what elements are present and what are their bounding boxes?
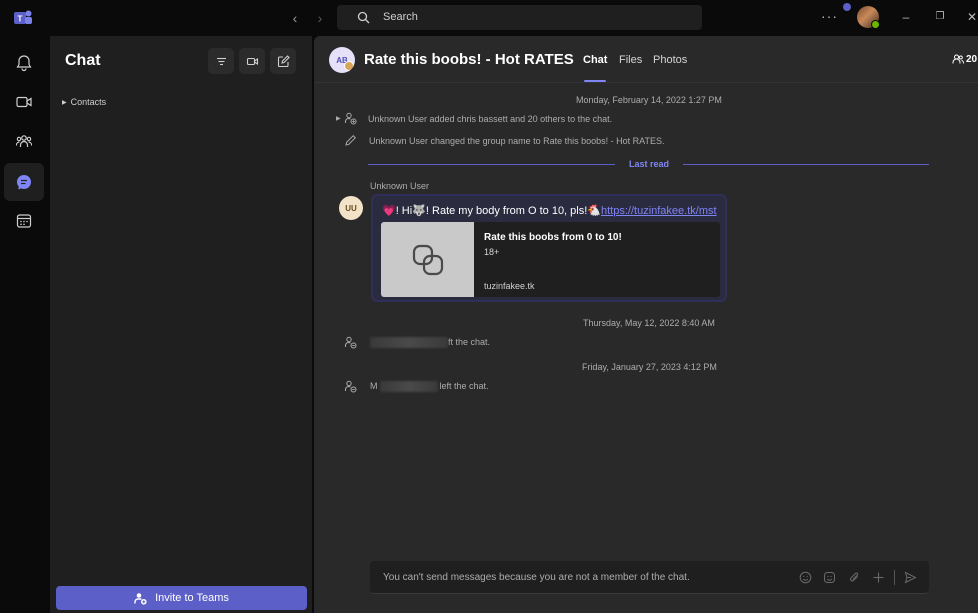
filter-button[interactable]: [208, 48, 234, 74]
notification-dot: [843, 3, 851, 11]
send-icon[interactable]: [904, 571, 917, 584]
event-left-text: ft the chat.: [448, 337, 491, 347]
event-added-members: Unknown User added chris bassett and 20 …: [368, 114, 613, 124]
composer-disabled-text: You can't send messages because you are …: [383, 572, 690, 583]
video-icon: [16, 96, 32, 108]
invite-label: Invite to Teams: [155, 592, 229, 604]
more-options-icon[interactable]: ···: [821, 8, 837, 26]
chat-main: AB Rate this boobs! - Hot RATES Chat Fil…: [314, 36, 978, 613]
expand-caret-icon[interactable]: ▶: [336, 115, 341, 122]
emoji-icon[interactable]: [799, 571, 812, 584]
last-read-label: Last read: [629, 159, 670, 169]
message-composer[interactable]: You can't send messages because you are …: [370, 561, 929, 594]
chat-icon: [17, 175, 31, 190]
close-icon[interactable]: ✕: [965, 10, 978, 24]
presence-available-icon: [871, 20, 880, 29]
composer-divider: [894, 570, 895, 585]
event-left-prefix: M: [370, 381, 378, 391]
event-member-left: ft the chat.: [370, 337, 491, 349]
link-preview-title: Rate this boobs from 0 to 10!: [484, 232, 622, 243]
add-people-icon: [345, 112, 357, 125]
event-left-text: left the chat.: [439, 381, 489, 391]
event-member-left: Mleft the chat.: [370, 381, 489, 393]
last-read-divider: [683, 164, 929, 165]
pencil-icon: [345, 134, 357, 146]
people-icon: [952, 54, 964, 64]
message-body: 💗! Hi🐺! Rate my body from O to 10, pls!🐔: [382, 205, 601, 217]
tab-photos[interactable]: Photos: [653, 54, 687, 66]
redacted-name: [370, 337, 448, 349]
sticker-icon[interactable]: [823, 571, 836, 584]
message-sender: Unknown User: [370, 181, 430, 191]
filter-icon: [216, 57, 226, 65]
message-link[interactable]: https://tuzinfakee.tk/mst: [601, 205, 717, 217]
chat-header: AB Rate this boobs! - Hot RATES Chat Fil…: [314, 36, 978, 83]
tab-files[interactable]: Files: [619, 54, 642, 66]
teams-logo-icon[interactable]: T: [13, 8, 33, 28]
expand-caret-icon: ▶: [62, 100, 67, 106]
contacts-section[interactable]: ▶ Contacts: [62, 97, 106, 107]
timestamp: Friday, January 27, 2023 4:12 PM: [582, 362, 717, 372]
rail-calendar[interactable]: [4, 202, 44, 240]
link-icon: [412, 244, 443, 275]
leave-chat-icon: [345, 336, 357, 349]
chat-list-pane: Chat ▶ Contacts Invite to Teams: [50, 36, 312, 613]
attach-icon[interactable]: [848, 571, 861, 584]
plus-icon[interactable]: [872, 571, 885, 584]
contacts-label: Contacts: [70, 97, 107, 107]
calendar-icon: [16, 214, 32, 228]
sender-avatar[interactable]: UU: [339, 196, 363, 220]
restore-icon[interactable]: ❐: [933, 10, 947, 24]
active-tab-indicator: [584, 80, 606, 82]
meet-now-button[interactable]: [239, 48, 265, 74]
timestamp: Monday, February 14, 2022 1:27 PM: [576, 95, 722, 105]
people-icon: [15, 135, 33, 147]
rail-meet[interactable]: [4, 83, 44, 121]
rail-teams[interactable]: [4, 122, 44, 160]
invite-to-teams-button[interactable]: Invite to Teams: [56, 586, 307, 610]
back-arrow-icon[interactable]: ‹: [288, 10, 302, 26]
title-bar: T ‹ › Search ··· – ❐ ✕: [0, 0, 978, 36]
message-text: 💗! Hi🐺! Rate my body from O to 10, pls!🐔…: [382, 204, 717, 217]
search-icon: [357, 11, 370, 24]
forward-arrow-icon[interactable]: ›: [313, 10, 327, 26]
message-bubble[interactable]: 💗! Hi🐺! Rate my body from O to 10, pls!🐔…: [371, 194, 727, 302]
pane-title: Chat: [65, 52, 101, 69]
group-avatar-photo: [344, 61, 354, 71]
search-placeholder: Search: [383, 11, 418, 23]
redacted-name: [379, 381, 438, 393]
link-preview-subtitle: 18+: [484, 247, 500, 257]
new-chat-button[interactable]: [270, 48, 296, 74]
last-read-divider: [368, 164, 615, 165]
participants-button[interactable]: 20: [952, 53, 977, 65]
link-preview-domain: tuzinfakee.tk: [484, 281, 535, 291]
chat-title[interactable]: Rate this boobs! - Hot RATES: [364, 51, 574, 68]
link-preview-card[interactable]: Rate this boobs from 0 to 10! 18+ tuzinf…: [381, 222, 720, 297]
link-preview-thumbnail: [381, 222, 474, 297]
rail-activity[interactable]: [4, 44, 44, 82]
bell-icon: [16, 55, 32, 72]
rail-chat[interactable]: [4, 163, 44, 201]
add-people-icon: [134, 592, 147, 605]
tab-chat[interactable]: Chat: [583, 54, 607, 66]
participant-count: 20: [966, 53, 978, 65]
minimize-icon[interactable]: –: [899, 10, 913, 24]
video-icon: [246, 57, 258, 65]
app-rail: [0, 36, 48, 613]
svg-text:T: T: [18, 15, 23, 24]
search-input[interactable]: Search: [337, 5, 702, 30]
leave-chat-icon: [345, 380, 357, 393]
compose-icon: [277, 54, 290, 67]
event-renamed-group: Unknown User changed the group name to R…: [369, 136, 665, 146]
timestamp: Thursday, May 12, 2022 8:40 AM: [583, 318, 715, 328]
group-avatar[interactable]: AB: [329, 47, 355, 73]
